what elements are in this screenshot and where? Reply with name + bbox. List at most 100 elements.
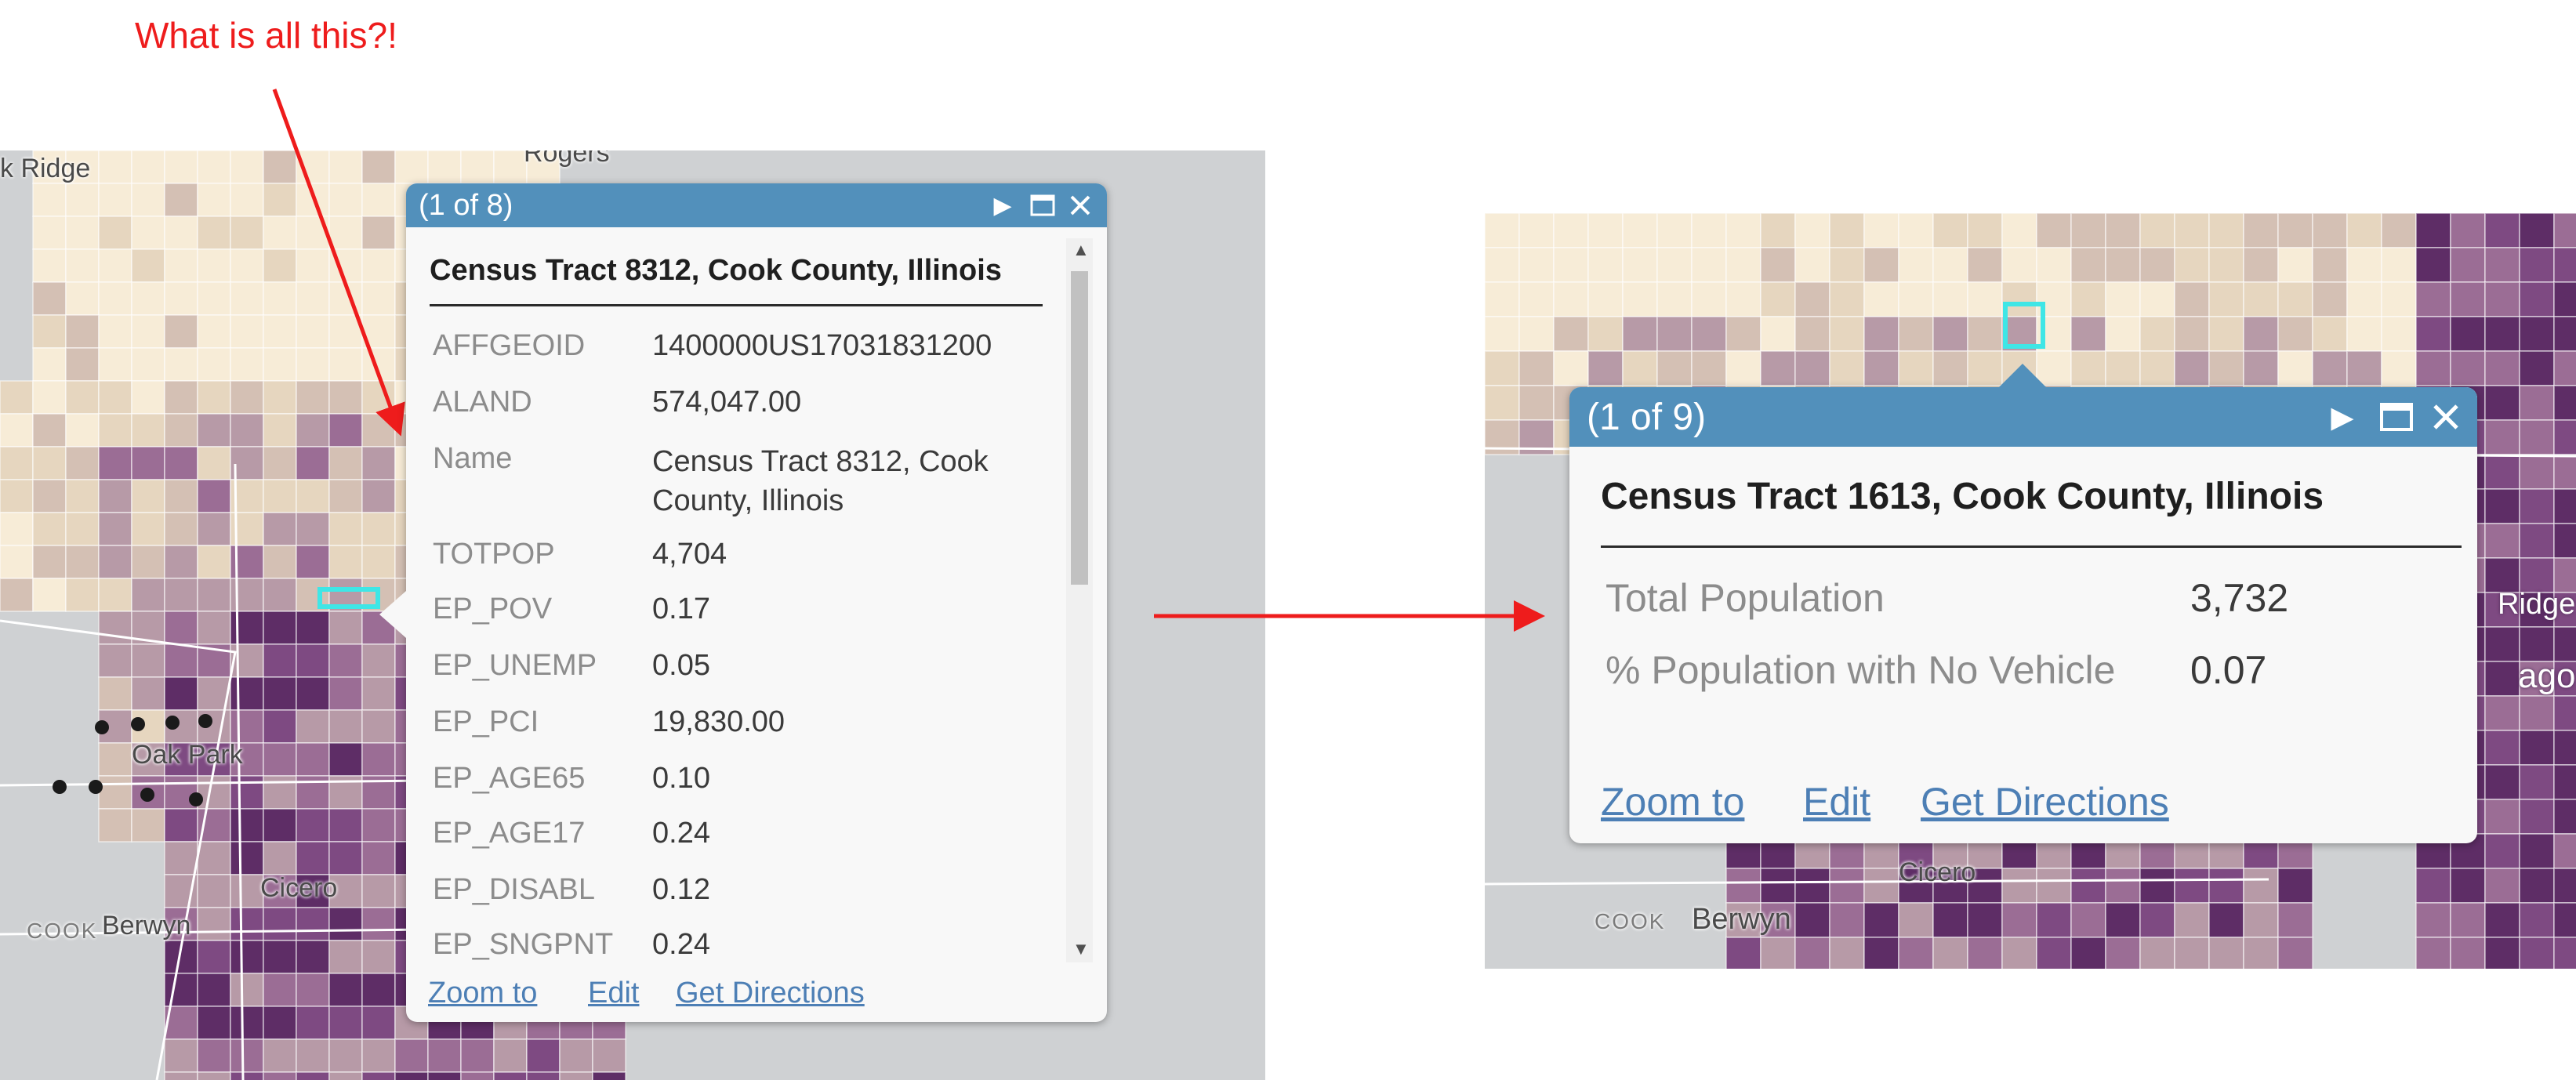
transit-stop-dot: [140, 788, 154, 802]
map-tract: [1691, 213, 1727, 248]
map-tract: [263, 676, 297, 711]
field-name: ALAND: [433, 386, 532, 419]
map-tract: [32, 512, 67, 546]
map-tract: [2070, 350, 2106, 386]
map-tract: [2001, 937, 2037, 969]
map-tract: [296, 1071, 330, 1080]
edit-link[interactable]: Edit: [1803, 779, 1870, 824]
map-tract: [164, 841, 198, 875]
map-tract: [197, 578, 231, 612]
map-tract: [2450, 350, 2486, 386]
map-tract: [2484, 902, 2520, 938]
zoom-to-link[interactable]: Zoom to: [1601, 779, 1744, 824]
map-tract: [65, 216, 100, 250]
map-label-cook: COOK: [27, 919, 98, 943]
map-tract: [2139, 281, 2175, 317]
map-tract: [1863, 213, 1899, 248]
popup-after: (1 of 9) ▶ Census Tract 1613, Cook Count…: [1569, 364, 2477, 843]
map-tract: [0, 380, 34, 415]
get-directions-link[interactable]: Get Directions: [1921, 779, 2169, 824]
map-tract: [263, 808, 297, 843]
map-tract: [263, 907, 297, 941]
popup-after-title: Census Tract 1613, Cook County, Illinois: [1601, 476, 2324, 517]
map-tract: [197, 347, 231, 382]
map-tract: [131, 248, 165, 283]
zoom-to-link[interactable]: Zoom to: [428, 977, 537, 1010]
popup-after-counter: (1 of 9): [1587, 396, 1707, 438]
map-tract: [2450, 247, 2486, 283]
map-tract: [1863, 902, 1899, 938]
field-value: 574,047.00: [652, 386, 802, 419]
map-tract: [65, 512, 100, 546]
map-tract: [1863, 281, 1899, 317]
map-tract: [2312, 247, 2348, 283]
scroll-up-icon[interactable]: ▲: [1072, 241, 1090, 259]
popup-before-scrollbar[interactable]: ▲ ▼: [1066, 238, 1093, 962]
map-tract: [296, 643, 330, 678]
map-tract: [2208, 316, 2244, 352]
map-tract: [296, 1038, 330, 1073]
map-tract: [164, 545, 198, 579]
map-tract: [1691, 316, 1727, 352]
map-tract: [1932, 902, 1968, 938]
map-tract: [1967, 350, 2003, 386]
map-tract: [263, 216, 297, 250]
scroll-down-icon[interactable]: ▼: [1072, 940, 1090, 958]
map-tract: [2036, 868, 2072, 904]
map-tract: [1794, 316, 1830, 352]
map-tract: [263, 479, 297, 513]
maximize-icon[interactable]: [2369, 403, 2424, 431]
map-tract: [0, 578, 34, 612]
edit-link[interactable]: Edit: [588, 977, 639, 1010]
map-tract: [2312, 213, 2348, 248]
map-tract: [361, 742, 396, 777]
map-tract: [1760, 281, 1796, 317]
get-directions-link[interactable]: Get Directions: [676, 977, 865, 1010]
map-tract: [1863, 247, 1899, 283]
map-tract: [164, 1071, 198, 1080]
map-tract: [361, 413, 396, 448]
field-name: EP_AGE17: [433, 817, 586, 850]
map-tract: [2519, 902, 2555, 938]
map-tract: [1587, 247, 1624, 283]
map-tract: [0, 413, 34, 448]
map-tract: [2519, 454, 2555, 490]
map-tract: [1622, 281, 1658, 317]
map-tract: [131, 216, 165, 250]
next-feature-icon[interactable]: ▶: [2316, 400, 2369, 435]
map-tract: [263, 446, 297, 480]
map-tract: [1485, 247, 1520, 283]
map-tract: [65, 578, 100, 612]
map-tract: [328, 314, 363, 349]
field-value: Census Tract 8312, Cook County, Illinois: [652, 445, 989, 517]
map-tract: [2208, 868, 2244, 904]
field-value: 3,732: [2190, 576, 2289, 620]
map-tract: [296, 479, 330, 513]
transit-stop-dot: [131, 717, 145, 731]
map-tract: [1829, 213, 1865, 248]
map-tract: [263, 841, 297, 875]
map-tract: [296, 248, 330, 283]
close-icon[interactable]: [2424, 403, 2468, 431]
map-tract: [2070, 281, 2106, 317]
scroll-thumb[interactable]: [1071, 271, 1088, 585]
map-tract: [2415, 350, 2451, 386]
map-tract: [2243, 937, 2279, 969]
map-tract: [32, 578, 67, 612]
map-tract: [361, 216, 396, 250]
map-tract: [328, 248, 363, 283]
map-tract: [2553, 868, 2576, 904]
map-tract: [263, 643, 297, 678]
map-tract: [2415, 868, 2451, 904]
map-tract: [32, 545, 67, 579]
map-tract: [1932, 213, 1968, 248]
map-tract: [328, 907, 363, 941]
map-tract: [1518, 385, 1555, 421]
map-tract: [2484, 868, 2520, 904]
map-tract: [1725, 937, 1761, 969]
map-tract: [1587, 281, 1624, 317]
map-tract: [2519, 523, 2555, 559]
map-tract: [263, 775, 297, 810]
field-value: 4,704: [652, 538, 727, 571]
map-tract: [230, 907, 264, 941]
